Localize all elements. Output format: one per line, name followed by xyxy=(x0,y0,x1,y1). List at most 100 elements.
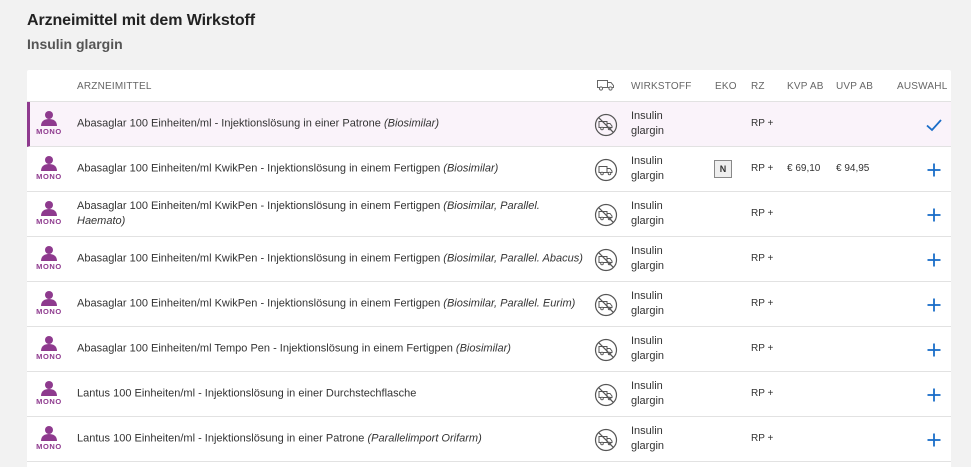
person-icon xyxy=(41,336,57,351)
wirkstoff-cell: Insulin glargin xyxy=(631,289,691,319)
selected-indicator[interactable] xyxy=(924,115,944,135)
rz-cell: RP + xyxy=(751,298,774,309)
col-header-uvp[interactable]: UVP AB xyxy=(836,81,873,92)
col-header-rz[interactable]: RZ xyxy=(751,81,765,92)
drug-name-cell[interactable]: Abasaglar 100 Einheiten/ml Tempo Pen - I… xyxy=(77,342,587,357)
mono-badge: MONO xyxy=(34,110,64,136)
person-icon xyxy=(41,246,57,261)
drug-name-cell[interactable]: Abasaglar 100 Einheiten/ml KwikPen - Inj… xyxy=(77,162,587,177)
table-row[interactable]: MONO Abasaglar 100 Einheiten/ml Tempo Pen… xyxy=(27,327,951,372)
drug-name-cell[interactable]: Abasaglar 100 Einheiten/ml - Injektionsl… xyxy=(77,117,587,132)
wirkstoff-cell: Insulin glargin xyxy=(631,199,691,229)
wirkstoff-line-1: Insulin xyxy=(631,425,663,437)
rz-cell: RP + xyxy=(751,433,774,444)
truck-crossed-icon xyxy=(594,113,618,137)
wirkstoff-line-2: glargin xyxy=(631,260,665,272)
drug-name-cell[interactable]: Lantus 100 Einheiten/ml - Injektionslösu… xyxy=(77,387,587,402)
col-header-wirkstoff[interactable]: WIRKSTOFF xyxy=(631,81,692,92)
mono-label: MONO xyxy=(36,172,62,181)
mono-badge: MONO xyxy=(34,380,64,406)
mono-badge: MONO xyxy=(34,425,64,451)
drug-note: (Parallelimport Orifarm) xyxy=(367,432,482,445)
person-icon xyxy=(41,111,57,126)
truck-crossed-icon xyxy=(594,383,618,407)
mono-badge: MONO xyxy=(34,245,64,271)
drug-name: Lantus 100 Einheiten/ml - Injektionslösu… xyxy=(77,432,365,445)
page-title: Arzneimittel mit dem Wirkstoff xyxy=(27,12,255,29)
wirkstoff-line-2: glargin xyxy=(631,350,665,362)
table-row[interactable]: MONO Lantus 100 Einheiten/ml - Injektions… xyxy=(27,372,951,417)
mono-label: MONO xyxy=(36,217,62,226)
wirkstoff-cell: Insulin glargin xyxy=(631,334,691,364)
delivery-status xyxy=(594,248,618,272)
wirkstoff-line-1: Insulin xyxy=(631,290,663,302)
delivery-status xyxy=(594,203,618,227)
wirkstoff-line-2: glargin xyxy=(631,125,665,137)
drug-name: Abasaglar 100 Einheiten/ml Tempo Pen - I… xyxy=(77,342,453,355)
col-header-delivery xyxy=(597,79,615,94)
mono-badge: MONO xyxy=(34,200,64,226)
wirkstoff-cell: Insulin glargin xyxy=(631,379,691,409)
mono-badge: MONO xyxy=(34,155,64,181)
rz-cell: RP + xyxy=(751,343,774,354)
plus-icon xyxy=(927,163,941,177)
select-button[interactable] xyxy=(924,205,944,225)
delivery-status xyxy=(594,428,618,452)
drug-note: (Biosimilar) xyxy=(443,162,499,175)
delivery-status xyxy=(594,293,618,317)
page-header: Arzneimittel mit dem Wirkstoff Insulin g… xyxy=(27,12,255,52)
table-row[interactable]: MONO Abasaglar 100 Einheiten/ml KwikPen -… xyxy=(27,147,951,192)
drug-table: ARZNEIMITTEL WIRKSTOFF EKO RZ KVP AB UVP… xyxy=(27,70,951,467)
drug-note: (Biosimilar, Parallel. Abacus) xyxy=(443,252,583,265)
plus-icon xyxy=(927,208,941,222)
drug-name: Abasaglar 100 Einheiten/ml - Injektionsl… xyxy=(77,117,381,130)
drug-name-cell[interactable]: Lantus 100 Einheiten/ml - Injektionslösu… xyxy=(77,432,587,447)
col-header-eko[interactable]: EKO xyxy=(715,81,737,92)
delivery-status xyxy=(594,113,618,137)
wirkstoff-line-1: Insulin xyxy=(631,335,663,347)
delivery-status xyxy=(594,338,618,362)
wirkstoff-cell: Insulin glargin xyxy=(631,424,691,454)
select-button[interactable] xyxy=(924,340,944,360)
table-row[interactable]: MONO Lantus 100 Einheiten/ml - Injektions… xyxy=(27,417,951,462)
eko-badge: N xyxy=(714,160,732,178)
table-row[interactable]: MONO Abasaglar 100 Einheiten/ml KwikPen -… xyxy=(27,282,951,327)
select-button[interactable] xyxy=(924,430,944,450)
kvp-cell: € 69,10 xyxy=(787,163,821,174)
truck-crossed-icon xyxy=(594,338,618,362)
mono-label: MONO xyxy=(36,397,62,406)
select-button[interactable] xyxy=(924,250,944,270)
truck-crossed-icon xyxy=(594,248,618,272)
rz-cell: RP + xyxy=(751,208,774,219)
mono-badge: MONO xyxy=(34,290,64,316)
table-row[interactable]: MONO Abasaglar 100 Einheiten/ml KwikPen -… xyxy=(27,192,951,237)
select-button[interactable] xyxy=(924,385,944,405)
table-body: MONO Abasaglar 100 Einheiten/ml - Injekti… xyxy=(27,102,951,462)
plus-icon xyxy=(927,298,941,312)
drug-note: (Biosimilar) xyxy=(383,117,439,130)
drug-name: Abasaglar 100 Einheiten/ml KwikPen - Inj… xyxy=(77,200,441,212)
delivery-status xyxy=(594,158,618,182)
col-header-auswahl: AUSWAHL xyxy=(897,81,948,92)
mono-label: MONO xyxy=(36,307,62,316)
person-icon xyxy=(41,156,57,171)
wirkstoff-line-1: Insulin xyxy=(631,155,663,167)
mono-label: MONO xyxy=(36,127,62,136)
col-header-kvp[interactable]: KVP AB xyxy=(787,81,824,92)
select-button[interactable] xyxy=(924,295,944,315)
wirkstoff-line-1: Insulin xyxy=(631,380,663,392)
truck-icon xyxy=(597,80,614,91)
table-row[interactable]: MONO Abasaglar 100 Einheiten/ml - Injekti… xyxy=(27,102,951,147)
table-row[interactable]: MONO Abasaglar 100 Einheiten/ml KwikPen -… xyxy=(27,237,951,282)
drug-name: Abasaglar 100 Einheiten/ml KwikPen - Inj… xyxy=(77,162,441,175)
drug-name-cell[interactable]: Abasaglar 100 Einheiten/ml KwikPen - Inj… xyxy=(77,297,587,312)
plus-icon xyxy=(927,388,941,402)
person-icon xyxy=(41,426,57,441)
col-header-arzneimittel[interactable]: ARZNEIMITTEL xyxy=(77,81,152,92)
rz-cell: RP + xyxy=(751,163,774,174)
select-button[interactable] xyxy=(924,160,944,180)
drug-name-cell[interactable]: Abasaglar 100 Einheiten/ml KwikPen - Inj… xyxy=(77,252,587,267)
delivery-status xyxy=(594,383,618,407)
checkmark-icon xyxy=(926,119,942,132)
drug-name-cell[interactable]: Abasaglar 100 Einheiten/ml KwikPen - Inj… xyxy=(77,199,587,229)
